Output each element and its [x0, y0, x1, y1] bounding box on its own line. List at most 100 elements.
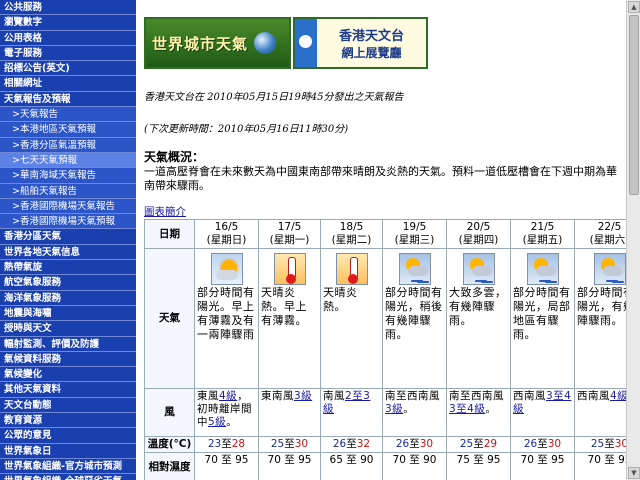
humidity-value: 65 至 90	[329, 454, 374, 466]
sidebar-item[interactable]: 招標公告(英文)	[0, 61, 136, 77]
temp-separator: 至	[537, 438, 548, 450]
forecast-weather-text: 大致多雲，有幾陣驟雨。	[449, 286, 507, 327]
seven-day-forecast-table: 日期 16/5 (星期日) 17/5 (星期一) 18/5 (星期二) 19/5 (星期三) 20…	[144, 219, 626, 480]
table-row: 溫度(°C) 23至28 25至30 26至32 26至30 25至29 26至30 25至3…	[144, 436, 626, 453]
wind-force-link[interactable]: 3級	[385, 403, 403, 415]
showers-icon	[398, 253, 431, 285]
overview-text: 一道高壓脊會在未來數天為中國東南部帶來晴朗及炎熱的天氣。預料一道低壓槽會在下週中…	[144, 165, 617, 192]
forecast-weather-text: 天晴炎熱。早上有薄霧。	[261, 286, 307, 327]
sidebar-item[interactable]: 公用表格	[0, 31, 136, 46]
page-banner: 世界城市天氣 香港天文台 網上展覽廳	[144, 17, 556, 69]
sidebar-item[interactable]: 電子服務	[0, 46, 136, 62]
forecast-weekday: (星期三)	[394, 234, 435, 246]
temp-high: 29	[483, 438, 498, 450]
humidity-value: 70 至 95	[267, 454, 312, 466]
sidebar-item[interactable]: 地震與海嘯	[0, 306, 136, 322]
forecast-date: 20/5	[466, 221, 491, 233]
humidity-value: 70 至 95	[587, 454, 626, 466]
sidebar-item[interactable]: 天文台動態	[0, 398, 136, 414]
humidity-cell: 70 至 90	[382, 452, 447, 480]
scroll-down-icon[interactable]: ▼	[628, 467, 640, 479]
sidebar-item[interactable]: 海洋氣象服務	[0, 291, 136, 306]
temp-low: 25	[590, 438, 605, 450]
sidebar-item[interactable]: 授時與天文	[0, 321, 136, 337]
weather-cell: 大致多雲，有幾陣驟雨。	[446, 248, 511, 389]
banner-world-weather[interactable]: 世界城市天氣	[144, 17, 291, 69]
sidebar-item[interactable]: 世界氣象日	[0, 444, 136, 459]
humidity-cell: 70 至 95	[574, 452, 626, 480]
forecast-date: 21/5	[530, 221, 555, 233]
wind-direction: 南風	[323, 390, 345, 402]
temp-high: 28	[231, 438, 246, 450]
forecast-weekday: (星期五)	[522, 234, 563, 246]
sidebar-item[interactable]: 世界各地天氣信息	[0, 245, 136, 261]
sidebar-item[interactable]: 氣候資料服務	[0, 352, 136, 368]
temp-high: 30	[419, 438, 434, 450]
humidity-cell: 65 至 90	[320, 452, 383, 480]
forecast-weekday: (星期六)	[589, 234, 626, 246]
scroll-up-icon[interactable]: ▲	[628, 1, 640, 13]
date-cell: 22/5 (星期六)	[574, 219, 626, 249]
temp-separator: 至	[473, 438, 484, 450]
banner-world-weather-title: 世界城市天氣	[152, 34, 249, 53]
sidebar-item[interactable]: 教育資源	[0, 413, 136, 429]
temp-separator: 至	[346, 438, 357, 450]
forecast-weather-text: 天晴炎熱。	[323, 286, 358, 313]
icon-legend-link[interactable]: 圖表簡介	[144, 204, 186, 219]
sidebar-item[interactable]: >船舶天氣報告	[0, 183, 136, 199]
date-cell: 20/5 (星期四)	[446, 219, 511, 249]
sidebar-item[interactable]: 其他天氣資料	[0, 382, 136, 398]
wind-force-link[interactable]: 5級	[208, 416, 226, 428]
sidebar-item[interactable]: >華南海域天氣報告	[0, 168, 136, 184]
scrollbar-thumb[interactable]	[629, 15, 639, 195]
row-label-weather: 天氣	[144, 248, 195, 389]
weather-cell: 部分時間有陽光，局部地區有驟雨。	[510, 248, 575, 389]
temperature-cell: 26至30	[382, 436, 447, 453]
date-cell: 16/5 (星期日)	[194, 219, 259, 249]
banner-hko-exhibition[interactable]: 香港天文台 網上展覽廳	[293, 17, 428, 69]
sidebar-item[interactable]: 公共服務	[0, 0, 136, 16]
row-label-temp: 溫度(°C)	[144, 436, 195, 453]
sidebar-item[interactable]: 熱帶氣旋	[0, 260, 136, 276]
sidebar-item[interactable]: 氣候變化	[0, 367, 136, 383]
humidity-cell: 70 至 95	[258, 452, 321, 480]
temp-high: 32	[356, 438, 371, 450]
showers-icon	[526, 253, 559, 285]
row-label-wind: 風	[144, 388, 195, 437]
humidity-cell: 75 至 95	[446, 452, 511, 480]
sidebar-item[interactable]: 航空氣象服務	[0, 275, 136, 291]
overview-title: 天氣概況：	[144, 150, 205, 164]
sidebar-item[interactable]: 香港分區天氣	[0, 229, 136, 245]
sidebar-item[interactable]: 瀏覽數字	[0, 15, 136, 31]
temp-low: 23	[207, 438, 222, 450]
forecast-weather-text: 部分時間有陽光。早上有薄霧及有一兩陣驟雨	[197, 286, 255, 341]
wind-force-link[interactable]: 4級	[219, 390, 237, 402]
wind-force-link[interactable]: 3至4級	[449, 403, 485, 415]
hot-icon	[335, 253, 368, 285]
sidebar-item[interactable]: 輻射監測、評價及防護	[0, 337, 136, 352]
sidebar-item[interactable]: 天氣報告及預報	[0, 92, 136, 108]
sidebar-item[interactable]: 世界氣象組織-全球惡劣天氣	[0, 474, 136, 480]
wind-cell: 南至西南風3級。	[382, 388, 447, 437]
sidebar-item[interactable]: >香港分區氣溫預報	[0, 137, 136, 153]
hot-icon	[273, 253, 306, 285]
sidebar-item[interactable]: >本港地區天氣預報	[0, 122, 136, 138]
vertical-scrollbar[interactable]: ▲ ▼	[626, 0, 640, 480]
sidebar-item[interactable]: >香港國際機場天氣報告	[0, 198, 136, 215]
sidebar-item[interactable]: >天氣報告	[0, 107, 136, 123]
sidebar-item[interactable]: 公眾的意見	[0, 428, 136, 444]
sidebar-item[interactable]: >香港國際機場天氣預報	[0, 214, 136, 230]
humidity-value: 75 至 95	[456, 454, 501, 466]
forecast-weekday: (星期二)	[331, 234, 372, 246]
forecast-date: 22/5	[597, 221, 622, 233]
temp-low: 25	[270, 438, 285, 450]
weather-cell: 天晴炎熱。	[320, 248, 383, 389]
wind-force-link[interactable]: 4級	[610, 390, 626, 402]
temperature-cell: 26至32	[320, 436, 383, 453]
sidebar-item[interactable]: 相關網址	[0, 76, 136, 92]
forecast-weather-text: 部分時間有陽光，局部地區有驟雨。	[513, 286, 571, 341]
sidebar-item[interactable]: 世界氣象組織-官方城市預測	[0, 459, 136, 475]
banner-hko-line2: 網上展覽廳	[341, 46, 402, 60]
sidebar-item[interactable]: >七天天氣預報	[0, 152, 136, 169]
wind-force-link[interactable]: 3級	[294, 390, 312, 402]
